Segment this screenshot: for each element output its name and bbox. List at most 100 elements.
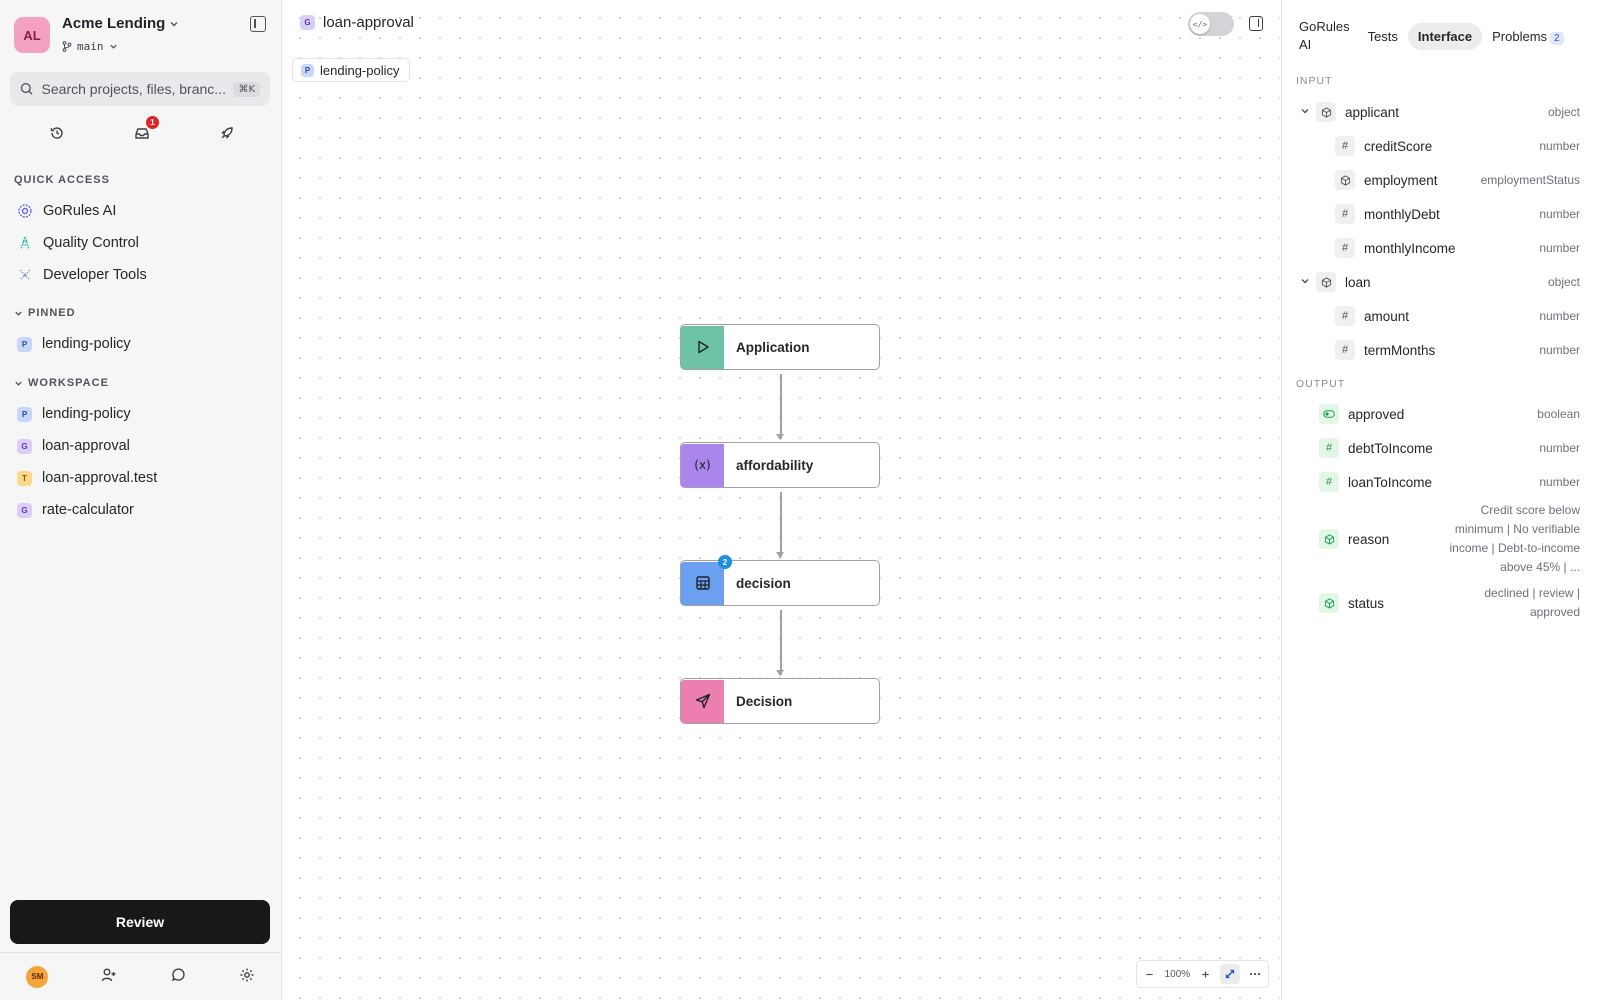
hash-icon: # [1335,238,1355,258]
tab-problems[interactable]: Problems 2 [1482,23,1573,50]
tab-interface[interactable]: Interface [1407,22,1483,50]
search-shortcut: ⌘K [233,81,260,97]
pinned-item-label: lending-policy [42,336,131,352]
expand-icon [1226,969,1235,979]
tab-gorules-ai[interactable]: GoRules AI [1293,12,1358,60]
branch-switcher[interactable]: main [62,40,118,53]
parent-project-label: lending-policy [320,62,400,78]
git-branch-icon [62,41,72,52]
org-switcher[interactable]: Acme Lending [62,15,179,32]
quality-control-icon [20,236,30,250]
workspace-item-lending-policy[interactable]: P lending-policy [14,400,270,428]
field-type: number [1539,308,1580,323]
parent-project-chip[interactable]: P lending-policy [292,58,410,82]
field-name: creditScore [1364,138,1433,154]
review-button[interactable]: Review [10,900,270,944]
search-bar[interactable]: ⌘K [10,72,270,106]
tab-tests[interactable]: Tests [1358,23,1408,50]
document-title: loan-approval [323,14,414,31]
pinned-heading[interactable]: PINNED [14,307,76,319]
schema-field[interactable]: # amount number [1335,299,1580,333]
schema-field[interactable]: # loanToIncome number [1319,465,1580,499]
workspace-item-loan-approval[interactable]: G loan-approval [14,432,270,460]
function-icon: (x) [681,443,724,487]
schema-field[interactable]: applicant object [1300,95,1580,129]
field-type: number [1539,138,1580,153]
schema-field[interactable]: reason Credit score below minimum | No v… [1319,502,1580,576]
output-heading: OUTPUT [1296,378,1346,390]
pinned-heading-label: PINNED [28,307,76,319]
branch-name: main [77,40,104,53]
table-icon [681,561,724,605]
sidebar-item-label: GoRules AI [43,203,117,219]
node-label: decision [736,575,791,591]
user-plus-icon [101,968,116,982]
cube-icon [1319,529,1339,549]
field-name: loanToIncome [1348,474,1433,490]
node-application[interactable]: Application [680,324,880,370]
graph-badge-icon: G [300,15,315,30]
comments-button[interactable] [170,967,186,986]
project-badge-icon: P [301,63,314,77]
settings-button[interactable] [239,967,255,986]
workspace-heading[interactable]: WORKSPACE [14,377,109,389]
code-view-toggle[interactable]: </> [1188,12,1234,36]
inbox-button[interactable]: 1 [131,116,159,144]
sidebar-collapse-icon[interactable] [250,16,266,32]
chevron-down-icon[interactable] [1300,276,1316,289]
history-button[interactable] [46,122,68,144]
node-output-decision[interactable]: Decision [680,678,880,724]
field-name: amount [1364,308,1410,324]
schema-field[interactable]: status declined | review | approved [1319,583,1580,623]
hash-icon: # [1335,306,1355,326]
schema-field[interactable]: employment employmentStatus [1335,163,1580,197]
org-name: Acme Lending [62,15,166,32]
field-name: debtToIncome [1348,440,1433,456]
schema-field[interactable]: approved boolean [1319,397,1580,431]
field-type: object [1547,104,1580,119]
workspace-item-loan-approval-test[interactable]: T loan-approval.test [14,464,270,492]
pinned-item-lending-policy[interactable]: P lending-policy [14,330,270,358]
schema-field[interactable]: # debtToIncome number [1319,431,1580,465]
zoom-out-button[interactable] [1140,964,1160,984]
edge-connector [777,492,783,558]
chevron-down-icon[interactable] [1300,106,1316,119]
deploy-button[interactable] [216,122,238,144]
field-type: declined | review | approved [1484,586,1580,619]
node-decision-table[interactable]: 2 decision [680,555,880,606]
graph-badge-icon: G [17,438,32,454]
project-badge-icon: P [17,336,32,352]
fit-view-button[interactable] [1220,964,1241,984]
field-type: number [1539,206,1580,221]
sidebar-item-quality-control[interactable]: Quality Control [14,229,270,257]
user-avatar[interactable]: SM [26,965,49,988]
sidebar-item-label: Developer Tools [43,267,147,283]
tab-problems-label: Problems [1492,28,1548,44]
sidebar-item-gorules-ai[interactable]: GoRules AI [14,197,270,225]
node-label: affordability [736,457,814,473]
toggle-icon [1319,404,1339,424]
cube-icon [1335,170,1355,190]
node-affordability[interactable]: (x) affordability [680,442,880,488]
field-name: loan [1345,274,1371,290]
schema-field[interactable]: # monthlyDebt number [1335,197,1580,231]
search-input[interactable] [41,81,226,97]
schema-field[interactable]: # termMonths number [1335,333,1580,367]
hash-icon: # [1335,204,1355,224]
message-circle-icon [171,968,185,982]
schema-field[interactable]: # creditScore number [1335,129,1580,163]
schema-field[interactable]: loan object [1300,265,1580,299]
panel-toggle-icon[interactable] [1249,16,1263,31]
sidebar-item-developer-tools[interactable]: Developer Tools [14,261,270,289]
test-badge-icon: T [17,470,32,486]
workspace-item-rate-calculator[interactable]: G rate-calculator [14,496,270,524]
gorules-ai-icon [18,204,32,218]
schema-field[interactable]: # monthlyIncome number [1335,231,1580,265]
more-options-button[interactable] [1245,964,1265,984]
invite-user-button[interactable] [101,967,117,986]
org-avatar[interactable]: AL [14,17,50,53]
zoom-controls: 100% [1136,960,1269,988]
zoom-in-button[interactable] [1195,964,1215,984]
field-name: employment [1364,172,1438,188]
inbox-count-badge: 1 [145,116,159,129]
